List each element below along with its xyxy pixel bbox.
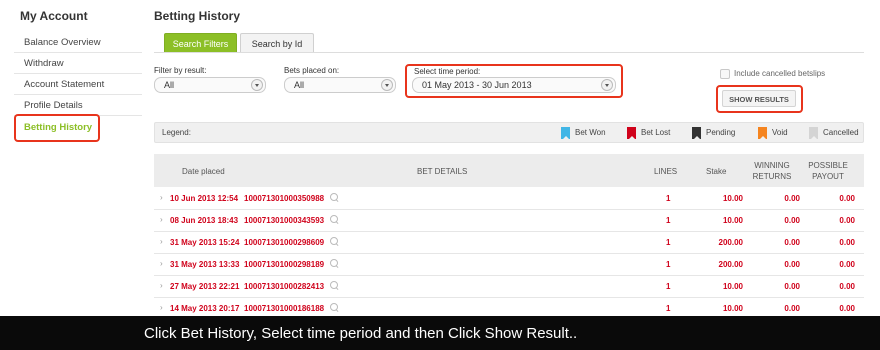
table-row[interactable]: › 08 Jun 2013 18:43 100071301000343593 1 10.…: [154, 210, 864, 232]
table-row[interactable]: › 31 May 2013 15:24 100071301000298609 1 200…: [154, 232, 864, 254]
bet-winning-returns: 0.00: [784, 282, 800, 291]
bet-lines: 1: [666, 260, 671, 269]
chevron-down-icon: [251, 79, 263, 91]
filter-result-label: Filter by result:: [154, 66, 207, 75]
bet-possible-payout: 0.00: [839, 282, 855, 291]
bet-stake: 10.00: [722, 194, 743, 203]
table-row[interactable]: › 27 May 2013 22:21 100071301000282413 1 10.…: [154, 276, 864, 298]
bet-date: 27 May 2013 22:21: [170, 282, 240, 291]
chevron-right-icon: ›: [160, 215, 163, 224]
magnifier-icon[interactable]: [330, 303, 339, 313]
flag-icon: [758, 127, 767, 139]
filter-result-value: All: [164, 80, 175, 90]
instruction-caption: Click Bet History, Select time period an…: [144, 325, 578, 342]
flag-icon: [809, 127, 818, 139]
chevron-right-icon: ›: [160, 303, 163, 312]
bet-id-link[interactable]: 100071301000298609: [244, 238, 324, 247]
magnifier-icon[interactable]: [330, 259, 339, 269]
bet-possible-payout: 0.00: [839, 194, 855, 203]
legend-bar: Legend: Bet Won Bet Lost Pending Void Ca…: [154, 122, 864, 143]
bet-id-link[interactable]: 100071301000282413: [244, 282, 324, 291]
bet-lines: 1: [666, 216, 671, 225]
bet-possible-payout: 0.00: [839, 216, 855, 225]
include-cancelled-label: Include cancelled betslips: [734, 69, 826, 78]
filter-result-select[interactable]: All: [154, 77, 266, 93]
bet-lines: 1: [666, 238, 671, 247]
bet-table-header: Date placed BET DETAILS LINES Stake WINN…: [154, 154, 864, 187]
bet-possible-payout: 0.00: [839, 260, 855, 269]
magnifier-icon[interactable]: [330, 193, 339, 203]
magnifier-icon[interactable]: [330, 215, 339, 225]
bets-placed-label: Bets placed on:: [284, 66, 340, 75]
page-title: Betting History: [154, 9, 241, 23]
flag-icon: [692, 127, 701, 139]
bet-winning-returns: 0.00: [784, 194, 800, 203]
magnifier-icon[interactable]: [330, 237, 339, 247]
magnifier-icon[interactable]: [330, 281, 339, 291]
sidebar-title: My Account: [20, 9, 88, 23]
tab-search-by-id[interactable]: Search by Id: [240, 33, 314, 53]
col-possible-payout: POSSIBLE PAYOUT: [808, 161, 848, 181]
tab-search-filters[interactable]: Search Filters: [164, 33, 237, 53]
highlight-show-results: [716, 85, 803, 113]
table-row[interactable]: › 31 May 2013 13:33 100071301000298189 1 200…: [154, 254, 864, 276]
bet-id-link[interactable]: 100071301000343593: [244, 216, 324, 225]
sidebar-item-account-statement[interactable]: Account Statement: [14, 74, 142, 95]
col-bet-details: BET DETAILS: [417, 167, 468, 176]
tab-divider: [154, 52, 864, 53]
highlight-time-period: [405, 64, 623, 98]
bet-date: 14 May 2013 20:17: [170, 304, 240, 313]
bet-winning-returns: 0.00: [784, 238, 800, 247]
bets-placed-value: All: [294, 80, 305, 90]
chevron-down-icon: [381, 79, 393, 91]
sidebar-item-balance-overview[interactable]: Balance Overview: [14, 32, 142, 53]
bet-possible-payout: 0.00: [839, 304, 855, 313]
col-winning-returns: WINNING RETURNS: [752, 161, 792, 181]
bet-stake: 200.00: [718, 260, 743, 269]
bet-stake: 10.00: [722, 304, 743, 313]
bet-lines: 1: [666, 282, 671, 291]
bet-lines: 1: [666, 194, 671, 203]
chevron-right-icon: ›: [160, 259, 163, 268]
include-cancelled-checkbox[interactable]: [720, 69, 730, 79]
bet-winning-returns: 0.00: [784, 304, 800, 313]
instruction-caption-bar: Click Bet History, Select time period an…: [0, 316, 880, 350]
col-stake: Stake: [706, 167, 727, 176]
bet-stake: 10.00: [722, 216, 743, 225]
bet-id-link[interactable]: 100071301000350988: [244, 194, 324, 203]
bet-date: 31 May 2013 13:33: [170, 260, 240, 269]
highlight-betting-history: [14, 114, 100, 142]
chevron-right-icon: ›: [160, 281, 163, 290]
flag-icon: [561, 127, 570, 139]
bet-stake: 200.00: [718, 238, 743, 247]
bet-winning-returns: 0.00: [784, 260, 800, 269]
chevron-right-icon: ›: [160, 193, 163, 202]
chevron-right-icon: ›: [160, 237, 163, 246]
bet-date: 08 Jun 2013 18:43: [170, 216, 239, 225]
bet-date: 10 Jun 2013 12:54: [170, 194, 239, 203]
bet-winning-returns: 0.00: [784, 216, 800, 225]
table-row[interactable]: › 10 Jun 2013 12:54 100071301000350988 1 10.…: [154, 188, 864, 210]
bet-id-link[interactable]: 100071301000186188: [244, 304, 324, 313]
bet-stake: 10.00: [722, 282, 743, 291]
col-lines: LINES: [654, 167, 678, 176]
legend-label: Legend:: [162, 128, 191, 137]
bet-date: 31 May 2013 15:24: [170, 238, 240, 247]
sidebar-item-withdraw[interactable]: Withdraw: [14, 53, 142, 74]
bet-id-link[interactable]: 100071301000298189: [244, 260, 324, 269]
col-date-placed: Date placed: [182, 167, 225, 176]
sidebar-item-profile-details[interactable]: Profile Details: [14, 95, 142, 116]
bets-placed-select[interactable]: All: [284, 77, 396, 93]
bet-lines: 1: [666, 304, 671, 313]
bet-possible-payout: 0.00: [839, 238, 855, 247]
flag-icon: [627, 127, 636, 139]
